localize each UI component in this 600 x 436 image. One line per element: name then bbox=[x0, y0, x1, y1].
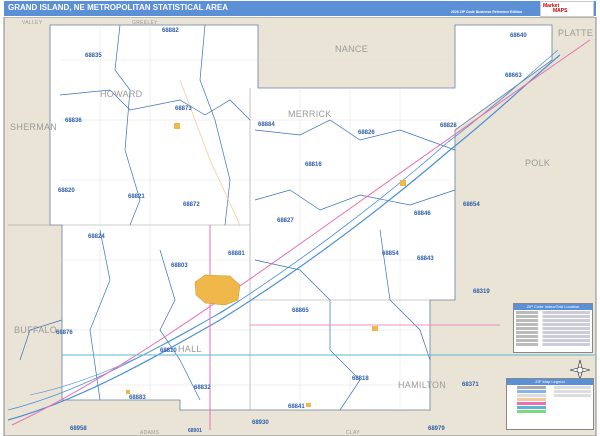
zip-label: 68901 bbox=[188, 428, 202, 434]
county-hamilton: HAMILTON bbox=[398, 380, 446, 390]
zip-index-title: ZIP Code Index/Grid Location bbox=[514, 304, 592, 310]
zip-label: 68818 bbox=[352, 376, 369, 382]
county-valley: VALLEY bbox=[22, 20, 43, 26]
zip-label: 68654 bbox=[463, 202, 480, 208]
zip-label: 68884 bbox=[258, 122, 275, 128]
zip-label: 68827 bbox=[277, 218, 294, 224]
zip-label: 68979 bbox=[428, 426, 445, 432]
zip-label: 68873 bbox=[175, 106, 192, 112]
county-sherman: SHERMAN bbox=[10, 122, 57, 132]
county-clay: CLAY bbox=[346, 430, 360, 436]
zip-label: 68820 bbox=[58, 188, 75, 194]
zip-label: 68828 bbox=[440, 123, 457, 129]
zip-label: 68371 bbox=[462, 382, 479, 388]
county-hall: HALL bbox=[178, 344, 202, 354]
zip-label: 68958 bbox=[70, 426, 87, 432]
zip-label: 68846 bbox=[414, 211, 431, 217]
zip-label: 68882 bbox=[162, 28, 179, 34]
zip-label: 68876 bbox=[56, 330, 73, 336]
zip-label: 68826 bbox=[358, 130, 375, 136]
county-merrick: MERRICK bbox=[288, 109, 332, 119]
market-maps-logo: Market MAPS bbox=[540, 1, 594, 17]
zip-label: 68816 bbox=[305, 162, 322, 168]
county-buffalo: BUFFALO bbox=[14, 325, 57, 335]
zip-label: 68836 bbox=[65, 118, 82, 124]
zip-label: 68640 bbox=[510, 33, 527, 39]
zip-label: 68854 bbox=[382, 251, 399, 257]
zip-label: 68865 bbox=[292, 308, 309, 314]
zip-label: 68824 bbox=[88, 234, 105, 240]
zip-label: 68803 bbox=[171, 263, 188, 269]
county-nance: NANCE bbox=[335, 44, 368, 54]
zip-label: 68663 bbox=[505, 73, 522, 79]
zip-index-table: ZIP Code Index/Grid Location bbox=[513, 303, 593, 353]
edition-label: 2026 ZIP Code Business Reference Edition bbox=[450, 10, 522, 14]
zip-label: 68319 bbox=[473, 289, 490, 295]
title-bar: GRAND ISLAND, NE METROPOLITAN STATISTICA… bbox=[4, 1, 596, 17]
zip-label: 68930 bbox=[252, 420, 269, 426]
map-legend-title: ZIP Map Legend bbox=[507, 379, 593, 385]
map-legend: ZIP Map Legend bbox=[506, 378, 594, 430]
county-howard: HOWARD bbox=[100, 89, 143, 99]
zip-label: 68832 bbox=[194, 385, 211, 391]
map-canvas[interactable]: VALLEY GREELEY NANCE PLATTE HOWARD MERRI… bbox=[0, 17, 600, 436]
zip-label: 68821 bbox=[128, 194, 145, 200]
zip-label: 68872 bbox=[183, 202, 200, 208]
zip-label: 68883 bbox=[129, 395, 146, 401]
county-platte: PLATTE bbox=[558, 28, 593, 38]
county-polk: POLK bbox=[525, 158, 550, 168]
county-greeley: GREELEY bbox=[132, 20, 158, 26]
zip-label: 68881 bbox=[228, 251, 245, 257]
zip-label: 68835 bbox=[85, 53, 102, 59]
county-adams: ADAMS bbox=[140, 430, 160, 436]
zip-label: 68841 bbox=[288, 404, 305, 410]
map-title: GRAND ISLAND, NE METROPOLITAN STATISTICA… bbox=[8, 3, 228, 12]
zip-label: 68810 bbox=[160, 348, 177, 354]
zip-label: 68843 bbox=[417, 256, 434, 262]
